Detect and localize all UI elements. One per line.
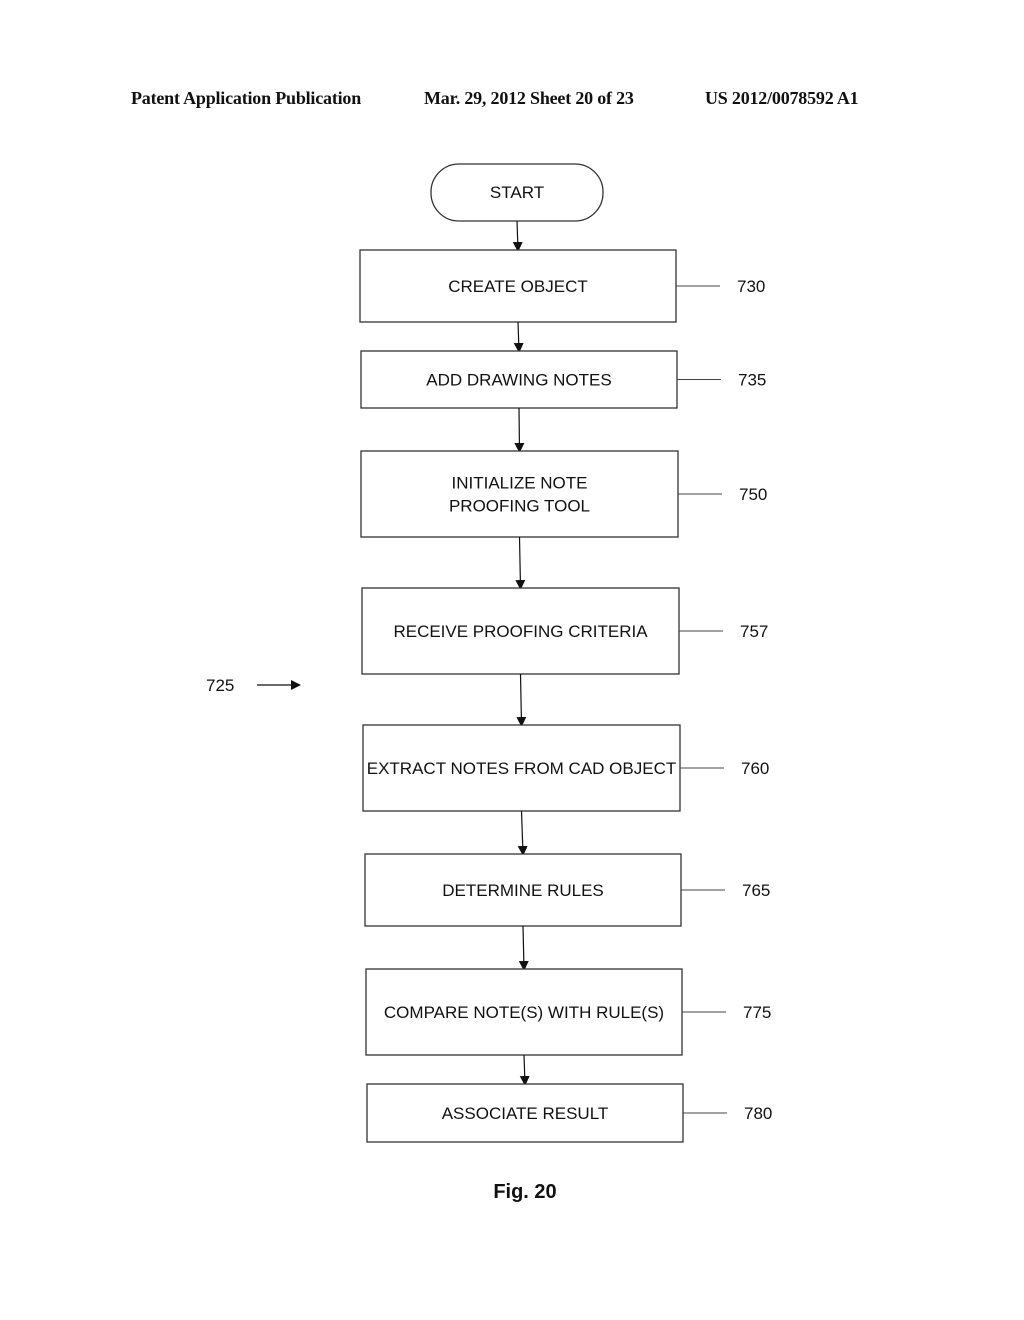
step-label: EXTRACT NOTES FROM CAD OBJECT <box>367 759 677 778</box>
flow-arrow <box>519 1054 530 1086</box>
flow-arrow <box>517 810 528 856</box>
step-ref-number: 760 <box>741 759 769 778</box>
step-label: ADD DRAWING NOTES <box>426 371 611 390</box>
flow-step: CREATE OBJECT 730 <box>359 249 765 323</box>
flow-step: ASSOCIATE RESULT 780 <box>366 1083 772 1143</box>
step-label: ASSOCIATE RESULT <box>442 1104 609 1123</box>
step-ref-number: 730 <box>737 277 765 296</box>
flow-arrow <box>514 407 525 453</box>
step-box <box>360 450 679 538</box>
flow-step: COMPARE NOTE(S) WITH RULE(S) 775 <box>365 968 771 1056</box>
flow-arrow <box>512 220 523 252</box>
flowchart: START CREATE OBJECT 730 ADD DRAWING NOTES 7… <box>206 163 772 1203</box>
step-label: PROOFING TOOL <box>449 497 590 516</box>
process-ref-number: 725 <box>206 676 234 695</box>
figure-label: Fig. 20 <box>493 1181 556 1203</box>
flow-arrow <box>515 536 526 590</box>
step-ref-number: 735 <box>738 371 766 390</box>
flow-step: ADD DRAWING NOTES 735 <box>360 350 766 409</box>
step-ref-number: 775 <box>743 1003 771 1022</box>
start-label: START <box>490 183 544 202</box>
step-label: CREATE OBJECT <box>448 277 587 296</box>
step-ref-number: 757 <box>740 622 768 641</box>
step-label: INITIALIZE NOTE <box>451 474 587 493</box>
process-reference: 725 <box>206 676 301 695</box>
flow-arrow <box>513 321 524 353</box>
step-label: DETERMINE RULES <box>442 881 604 900</box>
flow-step: RECEIVE PROOFING CRITERIA 757 <box>361 587 768 675</box>
flow-arrow <box>516 673 527 727</box>
step-label: RECEIVE PROOFING CRITERIA <box>393 622 648 641</box>
flow-arrow <box>518 925 529 971</box>
flow-step: INITIALIZE NOTE PROOFING TOOL 750 <box>360 450 767 538</box>
start-terminal: START <box>430 163 604 222</box>
step-ref-number: 780 <box>744 1104 772 1123</box>
step-ref-number: 765 <box>742 881 770 900</box>
step-ref-number: 750 <box>739 485 767 504</box>
flow-step: DETERMINE RULES 765 <box>364 853 770 927</box>
flow-step: EXTRACT NOTES FROM CAD OBJECT 760 <box>362 724 769 812</box>
step-label: COMPARE NOTE(S) WITH RULE(S) <box>384 1003 664 1022</box>
